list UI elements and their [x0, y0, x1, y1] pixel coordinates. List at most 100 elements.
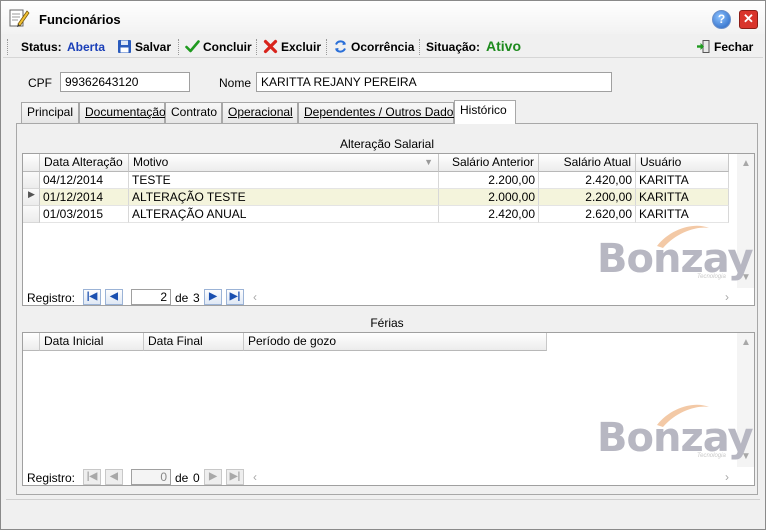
next-record-button[interactable]: ▶	[204, 289, 222, 305]
scroll-left-icon[interactable]: ‹	[253, 470, 257, 484]
record-label: Registro:	[27, 471, 76, 485]
scroll-up-icon[interactable]: ▲	[741, 158, 751, 169]
next-icon: ▶	[209, 291, 217, 302]
record-of-label: de	[175, 471, 189, 485]
table-cell[interactable]: 01/12/2014	[40, 189, 129, 206]
tab-label: Principal	[27, 105, 74, 119]
cpf-field[interactable]: 99362643120	[60, 72, 190, 92]
next-record-button[interactable]: ▶	[204, 469, 222, 485]
scroll-up-icon[interactable]: ▲	[741, 337, 751, 348]
column-header[interactable]: Salário Atual	[539, 154, 636, 172]
close-icon: ✕	[743, 11, 754, 26]
checkmark-icon	[185, 40, 200, 53]
table-cell[interactable]: 2.420,00	[439, 206, 539, 223]
column-header[interactable]: Salário Anterior	[439, 154, 539, 172]
table-cell[interactable]: 2.000,00	[439, 189, 539, 206]
bonzay-logo-watermark: Bonzay Tecnologia	[597, 222, 754, 282]
row-indicator[interactable]	[23, 172, 40, 189]
row-indicator[interactable]	[23, 206, 40, 223]
scroll-right-icon[interactable]: ›	[725, 290, 729, 304]
tab-label: Documentação	[85, 105, 166, 119]
toolbar: Status: Aberta Salvar Concluir Excluir O…	[3, 36, 763, 58]
tab-principal[interactable]: Principal	[21, 102, 79, 123]
column-header-motivo[interactable]: Motivo ▼	[129, 154, 439, 172]
last-record-button[interactable]: ▶|	[226, 289, 244, 305]
tab-label: Contrato	[171, 105, 218, 119]
table-cell[interactable]: KARITTA	[636, 206, 729, 223]
toolbar-separator	[419, 39, 420, 55]
vacation-grid: Data Inicial Data Final Período de gozo …	[22, 332, 755, 486]
table-cell[interactable]: KARITTA	[636, 189, 729, 206]
situation-label: Situação:	[426, 40, 481, 54]
cpf-label: CPF	[28, 76, 52, 90]
column-header[interactable]: Data Inicial	[40, 333, 144, 351]
scroll-right-icon[interactable]: ›	[725, 470, 729, 484]
status-label: Status:	[21, 40, 62, 54]
record-of-label: de	[175, 291, 189, 305]
tab-historico[interactable]: Histórico	[454, 100, 516, 124]
previous-icon: ◀	[110, 471, 118, 482]
tab-dependentes[interactable]: Dependentes / Outros Dados	[298, 102, 459, 123]
exit-door-icon	[697, 40, 710, 53]
floppy-disk-icon	[118, 40, 131, 53]
status-bar	[6, 499, 760, 523]
current-row-arrow-icon: ▶	[28, 189, 35, 199]
table-cell[interactable]: 04/12/2014	[40, 172, 129, 189]
column-header-label: Motivo	[133, 155, 169, 169]
table-cell[interactable]: KARITTA	[636, 172, 729, 189]
close-window-button[interactable]: ✕	[739, 10, 758, 29]
record-total: 3	[193, 291, 200, 305]
first-record-button[interactable]: |◀	[83, 469, 101, 485]
help-button[interactable]: ?	[712, 10, 731, 29]
table-cell[interactable]: ALTERAÇÃO TESTE	[129, 189, 439, 206]
previous-icon: ◀	[110, 291, 118, 302]
table-cell[interactable]: ALTERAÇÃO ANUAL	[129, 206, 439, 223]
delete-button[interactable]: Excluir	[263, 39, 321, 56]
column-header[interactable]: Usuário	[636, 154, 729, 172]
column-header[interactable]: Data Alteração	[40, 154, 129, 172]
table-cell[interactable]: TESTE	[129, 172, 439, 189]
help-icon: ?	[717, 12, 726, 26]
sort-arrow-icon: ▼	[424, 157, 433, 167]
table-cell[interactable]: 2.620,00	[539, 206, 636, 223]
tab-contrato[interactable]: Contrato	[165, 102, 222, 123]
conclude-button[interactable]: Concluir	[185, 39, 252, 56]
record-number-input[interactable]: 0	[131, 469, 171, 485]
save-label: Salvar	[135, 40, 172, 54]
save-button[interactable]: Salvar	[117, 39, 171, 56]
table-cell[interactable]: 2.200,00	[539, 189, 636, 206]
record-number-input[interactable]: 2	[131, 289, 171, 305]
scroll-left-icon[interactable]: ‹	[253, 290, 257, 304]
table-cell[interactable]: 2.420,00	[539, 172, 636, 189]
last-icon: ▶|	[229, 471, 241, 482]
logo-subtext: Tecnologia	[697, 453, 726, 459]
table-cell[interactable]: 01/03/2015	[40, 206, 129, 223]
delete-label: Excluir	[281, 40, 322, 54]
tab-label: Operacional	[228, 105, 293, 119]
salary-record-navigator: Registro: |◀ ◀ 2 de 3 ▶ ▶| ‹ ›	[27, 289, 729, 305]
column-header[interactable]: Data Final	[144, 333, 244, 351]
refresh-icon	[335, 40, 346, 53]
first-record-button[interactable]: |◀	[83, 289, 101, 305]
close-label: Fechar	[714, 40, 754, 54]
tab-operacional[interactable]: Operacional	[222, 102, 298, 123]
previous-record-button[interactable]: ◀	[105, 289, 123, 305]
occurrence-button[interactable]: Ocorrência	[333, 39, 414, 56]
record-total: 0	[193, 471, 200, 485]
employees-window: Funcionários ? ✕ Status: Aberta Salvar C…	[0, 0, 766, 530]
column-header[interactable]: Período de gozo	[244, 333, 547, 351]
table-cell[interactable]: 2.200,00	[439, 172, 539, 189]
occurrence-label: Ocorrência	[351, 40, 415, 54]
tab-documentacao[interactable]: Documentação	[79, 102, 166, 123]
tab-label: Dependentes / Outros Dados	[304, 105, 460, 119]
name-field[interactable]: KARITTA REJANY PEREIRA	[256, 72, 612, 92]
close-button[interactable]: Fechar	[696, 39, 753, 56]
conclude-label: Concluir	[203, 40, 252, 54]
row-indicator-header	[23, 154, 40, 172]
tab-label: Histórico	[460, 103, 507, 117]
toolbar-grip	[7, 39, 8, 55]
toolbar-separator	[178, 39, 179, 55]
last-record-button[interactable]: ▶|	[226, 469, 244, 485]
previous-record-button[interactable]: ◀	[105, 469, 123, 485]
row-indicator-current[interactable]: ▶	[23, 189, 40, 206]
